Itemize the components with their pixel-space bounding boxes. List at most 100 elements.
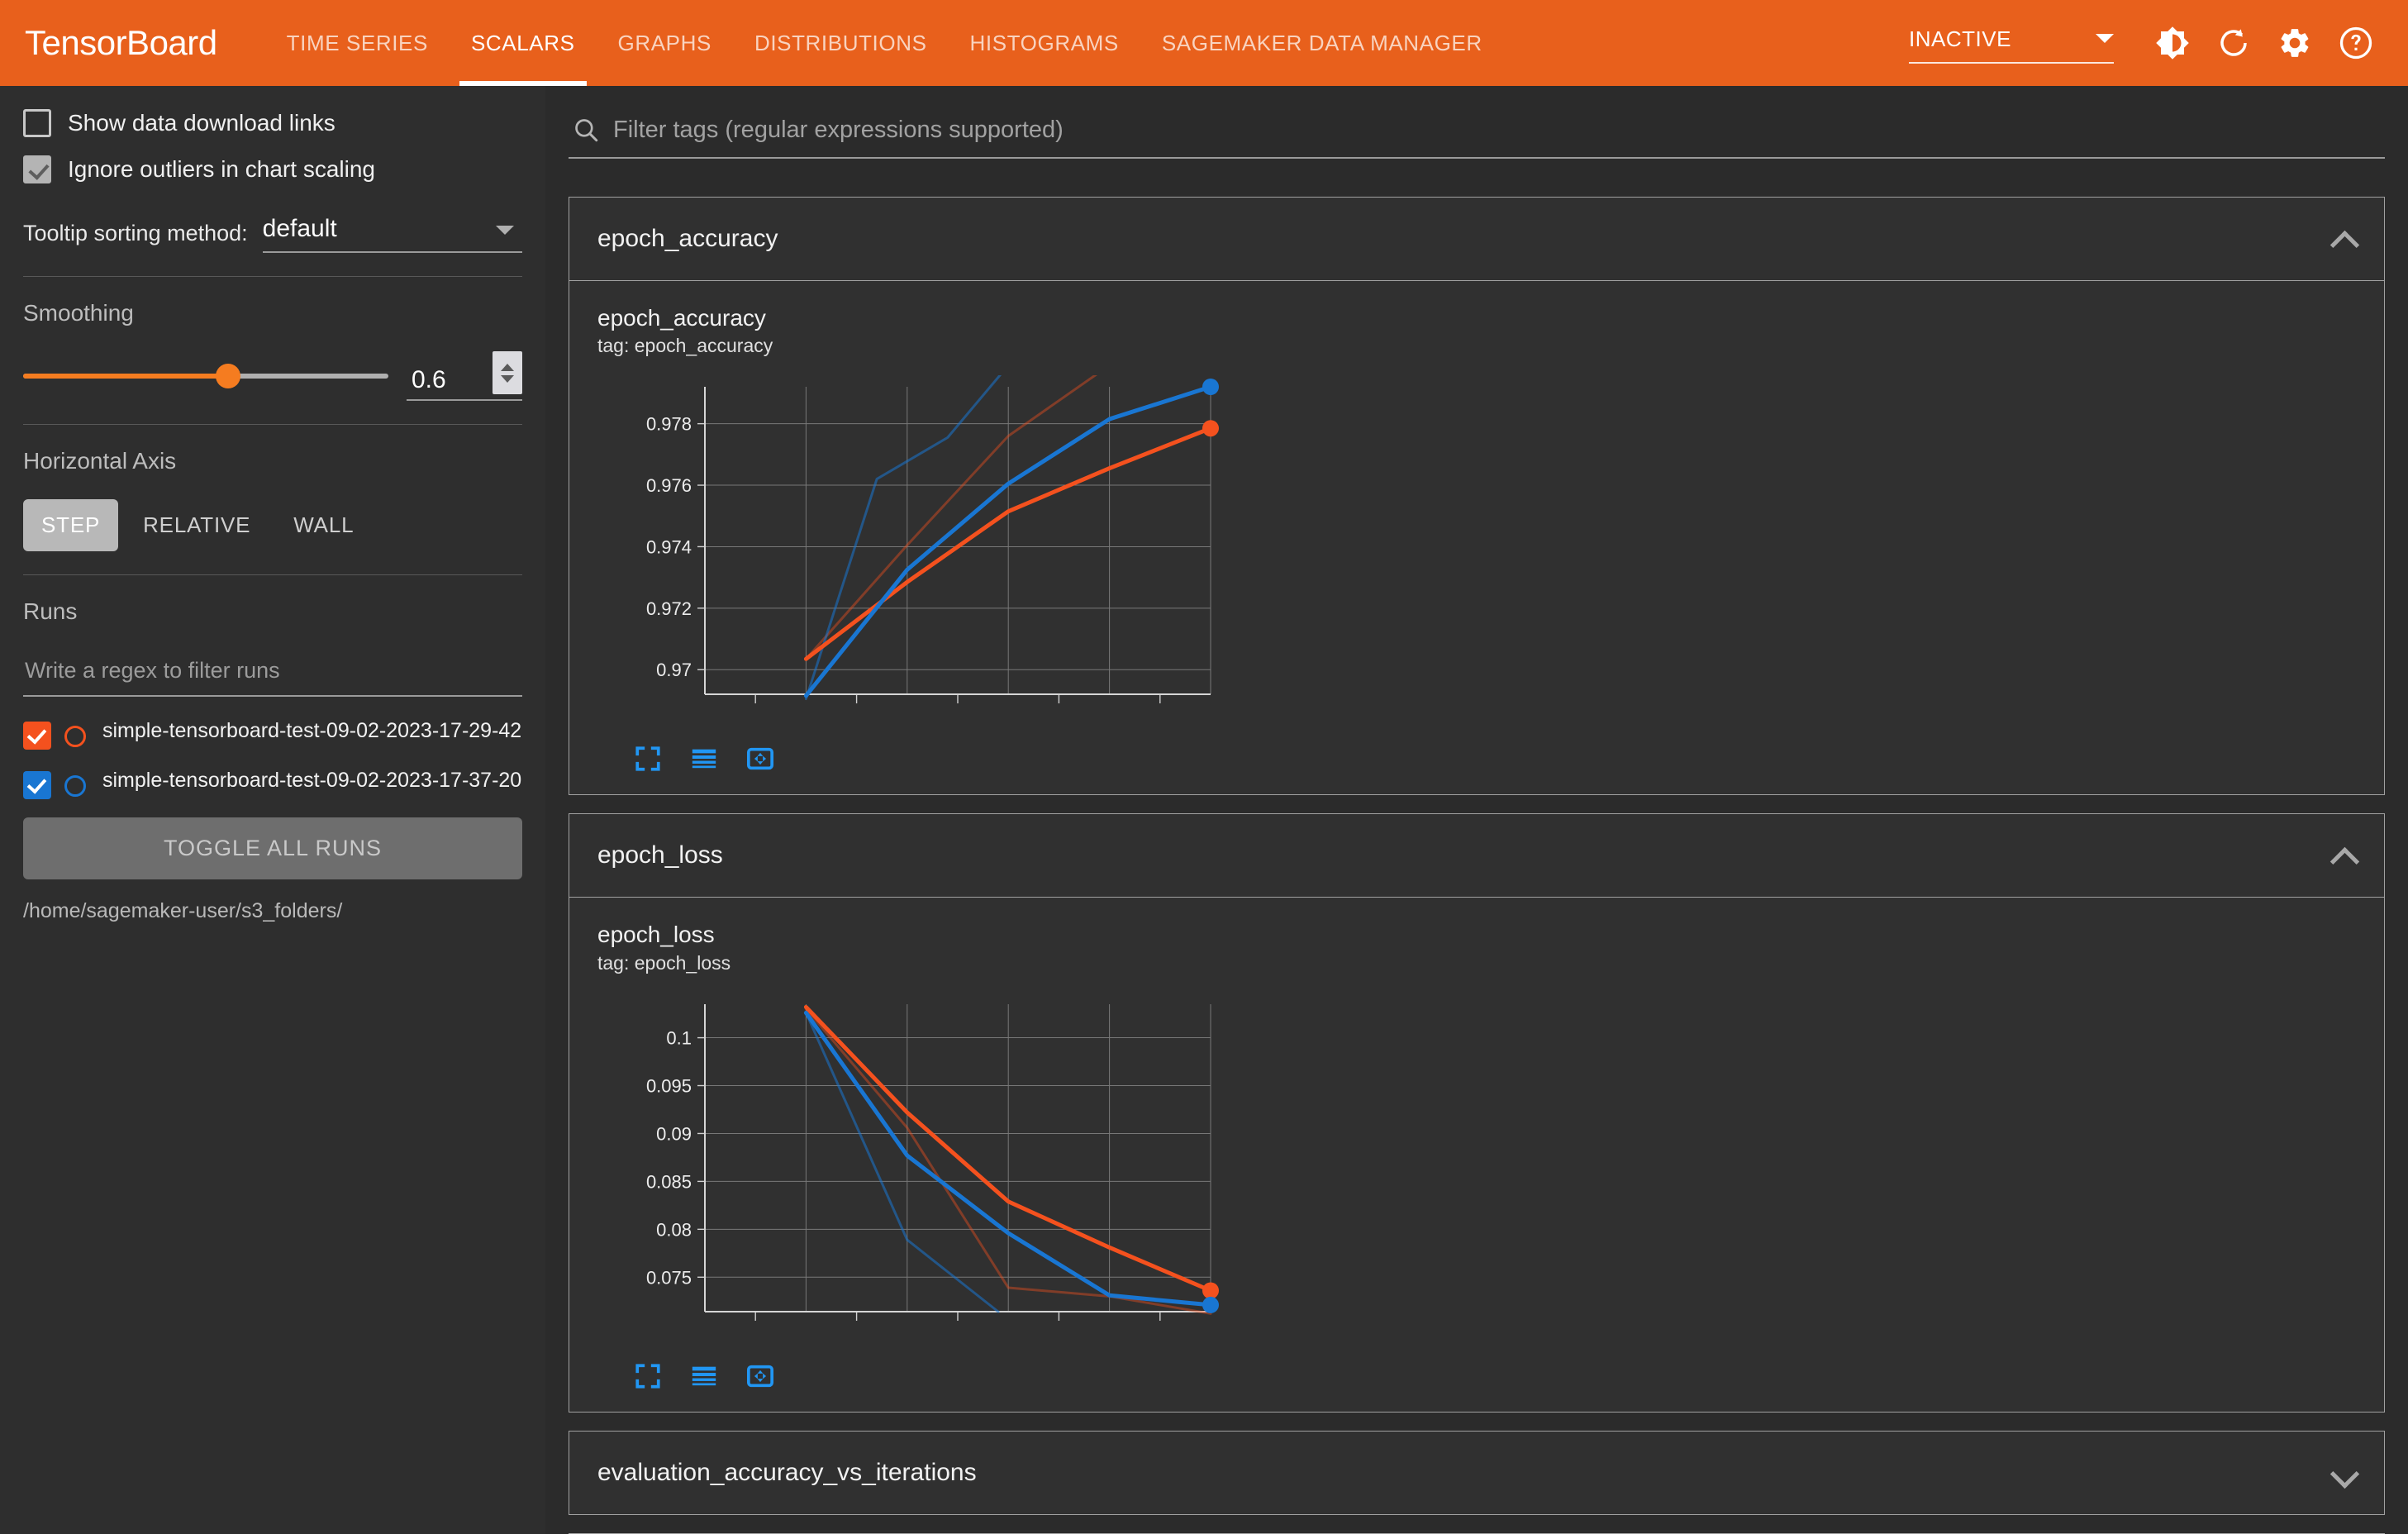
brightness-icon[interactable] (2142, 12, 2203, 74)
smoothing-label: Smoothing (23, 300, 134, 326)
show-download-links-checkbox[interactable] (23, 109, 51, 137)
tab-graphs[interactable]: GRAPHS (597, 0, 733, 86)
card-tag-name: epoch_loss (597, 841, 723, 869)
tab-distributions[interactable]: DISTRIBUTIONS (733, 0, 949, 86)
axis-option-relative[interactable]: RELATIVE (125, 499, 269, 551)
fit-domain-icon[interactable] (634, 745, 662, 773)
checkbox-settings-group: Show data download links Ignore outliers… (23, 86, 522, 276)
axis-option-wall[interactable]: WALL (275, 499, 372, 551)
scalar-card-epoch-loss: epoch_loss epoch_loss tag: epoch_loss 0.… (569, 813, 2385, 1413)
run-checkbox[interactable] (23, 771, 51, 799)
horizontal-axis-buttons: STEP RELATIVE WALL (23, 499, 522, 551)
tab-time-series[interactable]: TIME SERIES (265, 0, 450, 86)
svg-text:0.08: 0.08 (656, 1219, 692, 1240)
chart-toolbar (597, 1362, 2356, 1390)
svg-text:0.978: 0.978 (646, 414, 692, 435)
chart-toolbar (597, 745, 2356, 773)
chevron-up-icon[interactable] (2331, 231, 2356, 246)
tag-filter-bar[interactable]: Filter tags (regular expressions support… (569, 107, 2385, 159)
svg-text:0.1: 0.1 (666, 1027, 692, 1048)
scalar-card-epoch-accuracy: epoch_accuracy epoch_accuracy tag: epoch… (569, 197, 2385, 796)
axis-option-step[interactable]: STEP (23, 499, 119, 551)
card-body: epoch_loss tag: epoch_loss 0.075 0.08 0.08… (569, 897, 2384, 1411)
ignore-outliers-row[interactable]: Ignore outliers in chart scaling (23, 155, 522, 183)
tab-scalars[interactable]: SCALARS (450, 0, 597, 86)
card-tag-name: epoch_accuracy (597, 225, 778, 252)
chart-epoch-loss[interactable]: 0.075 0.08 0.085 0.09 0.095 0.1 (597, 993, 2356, 1344)
chevron-down-icon (2096, 33, 2114, 43)
smoothing-controls: 0.6 (23, 351, 522, 401)
tag-filter-input[interactable]: Filter tags (regular expressions support… (613, 117, 1064, 144)
logdir-path: /home/sagemaker-user/s3_folders/ (23, 899, 343, 922)
chevron-down-icon (496, 226, 514, 235)
card-body: epoch_accuracy tag: epoch_accuracy 0.97 0… (569, 280, 2384, 794)
card-tag-name: evaluation_accuracy_vs_iterations (597, 1458, 977, 1486)
scalar-card-evaluation-accuracy-vs-iterations: evaluation_accuracy_vs_iterations (569, 1430, 2385, 1515)
smoothing-slider[interactable] (23, 364, 388, 388)
runs-filter-input[interactable]: Write a regex to filter runs (23, 650, 522, 697)
refresh-icon[interactable] (2203, 12, 2264, 74)
run-label: simple-tensorboard-test-09-02-2023-17-37… (102, 769, 522, 792)
run-color-swatch (64, 726, 86, 747)
horizontal-axis-group: Horizontal Axis STEP RELATIVE WALL (23, 425, 522, 574)
runs-label: Runs (23, 598, 78, 624)
chart-title: epoch_loss (597, 922, 715, 948)
run-color-swatch (64, 775, 86, 797)
chart-epoch-accuracy[interactable]: 0.97 0.972 0.974 0.976 0.978 (597, 364, 2356, 727)
tooltip-sorting-label: Tooltip sorting method: (23, 221, 248, 245)
svg-text:0.97: 0.97 (656, 660, 692, 681)
card-header[interactable]: epoch_loss (569, 814, 2384, 897)
card-header[interactable]: evaluation_accuracy_vs_iterations (569, 1432, 2384, 1514)
header-actions: INACTIVE (1909, 0, 2387, 86)
gear-icon[interactable] (2264, 12, 2325, 74)
run-status-value: INACTIVE (1909, 26, 2011, 51)
app-header: TensorBoard TIME SERIES SCALARS GRAPHS D… (0, 0, 2408, 86)
slider-knob[interactable] (215, 364, 240, 388)
chevron-up-icon[interactable] (2331, 848, 2356, 863)
card-header[interactable]: epoch_accuracy (569, 198, 2384, 280)
tab-sagemaker-data-manager[interactable]: SAGEMAKER DATA MANAGER (1140, 0, 1504, 86)
settings-sidebar: Show data download links Ignore outliers… (0, 86, 545, 1534)
smoothing-group: Smoothing 0.6 (23, 277, 522, 424)
smoothing-number-field[interactable]: 0.6 (407, 351, 522, 401)
toggle-all-runs-button[interactable]: TOGGLE ALL RUNS (23, 817, 522, 879)
fit-domain-icon[interactable] (634, 1362, 662, 1390)
svg-text:0.095: 0.095 (646, 1075, 692, 1096)
tab-histograms[interactable]: HISTOGRAMS (949, 0, 1140, 86)
svg-text:0.09: 0.09 (656, 1123, 692, 1144)
data-table-icon[interactable] (690, 1362, 718, 1390)
app-title: TensorBoard (25, 23, 217, 62)
run-item[interactable]: simple-tensorboard-test-09-02-2023-17-37… (23, 768, 522, 799)
tooltip-sorting-select[interactable]: default (262, 215, 522, 253)
run-checkbox[interactable] (23, 722, 51, 750)
run-item[interactable]: simple-tensorboard-test-09-02-2023-17-29… (23, 718, 522, 750)
chart-title: epoch_accuracy (597, 305, 766, 331)
run-label: simple-tensorboard-test-09-02-2023-17-29… (102, 719, 522, 742)
chevron-up-icon[interactable] (501, 363, 514, 371)
app-body: Show data download links Ignore outliers… (0, 86, 2408, 1534)
pan-icon[interactable] (746, 1362, 774, 1390)
smoothing-value: 0.6 (412, 366, 446, 393)
svg-text:0.974: 0.974 (646, 537, 692, 558)
chart-subtitle: tag: epoch_loss (597, 951, 731, 974)
smoothing-stepper[interactable] (493, 351, 522, 394)
svg-text:0.085: 0.085 (646, 1171, 692, 1192)
main-nav: TIME SERIES SCALARS GRAPHS DISTRIBUTIONS… (265, 0, 1504, 86)
svg-text:0.075: 0.075 (646, 1267, 692, 1288)
svg-text:0.976: 0.976 (646, 475, 692, 496)
ignore-outliers-label: Ignore outliers in chart scaling (68, 156, 375, 182)
slider-fill (23, 374, 228, 379)
chart-subtitle: tag: epoch_accuracy (597, 335, 773, 357)
show-download-links-row[interactable]: Show data download links (23, 109, 522, 137)
ignore-outliers-checkbox[interactable] (23, 155, 51, 183)
tooltip-sorting-value: default (262, 215, 337, 242)
run-status-select[interactable]: INACTIVE (1909, 23, 2114, 64)
chevron-down-icon[interactable] (501, 374, 514, 383)
chevron-down-icon[interactable] (2331, 1465, 2356, 1480)
scalars-main-panel: Filter tags (regular expressions support… (545, 86, 2408, 1534)
horizontal-axis-label: Horizontal Axis (23, 448, 177, 474)
data-table-icon[interactable] (690, 745, 718, 773)
tooltip-sorting-row: Tooltip sorting method: default (23, 215, 522, 253)
pan-icon[interactable] (746, 745, 774, 773)
help-icon[interactable] (2325, 12, 2387, 74)
